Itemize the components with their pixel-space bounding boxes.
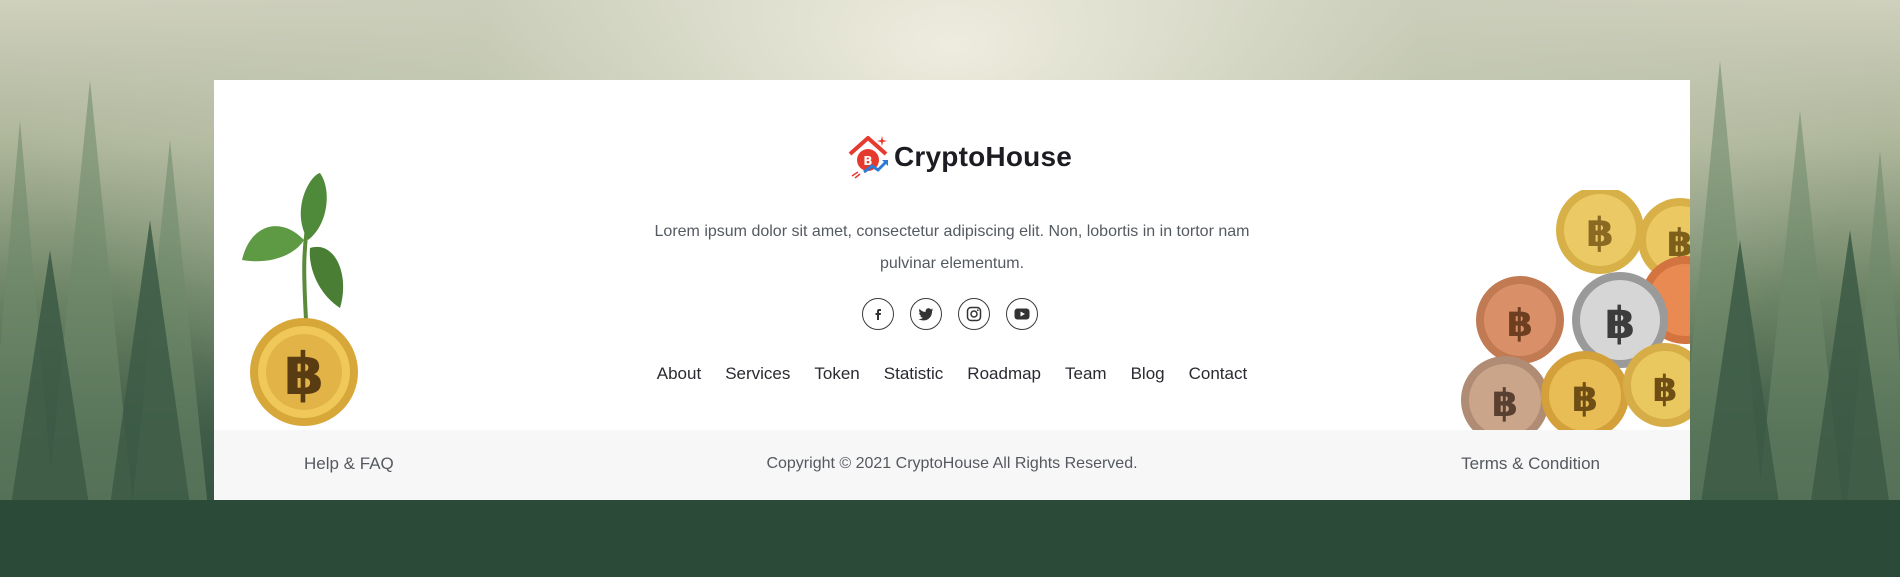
svg-text:฿: ฿ bbox=[1586, 210, 1614, 256]
facebook-link[interactable] bbox=[862, 298, 894, 330]
bitcoin-coins-image: ฿ ฿ ฿ ฿ ฿ ฿ ฿ bbox=[1461, 190, 1690, 430]
youtube-icon bbox=[1014, 308, 1030, 320]
nav-item-roadmap[interactable]: Roadmap bbox=[967, 364, 1041, 384]
twitter-link[interactable] bbox=[910, 298, 942, 330]
instagram-icon bbox=[966, 306, 982, 322]
house-logo-icon: B bbox=[848, 136, 888, 179]
youtube-link[interactable] bbox=[1006, 298, 1038, 330]
svg-text:฿: ฿ bbox=[1605, 298, 1636, 349]
brand-name: CryptoHouse bbox=[894, 141, 1072, 172]
nav-item-contact[interactable]: Contact bbox=[1189, 364, 1248, 384]
svg-text:฿: ฿ bbox=[1572, 376, 1598, 420]
twitter-icon bbox=[918, 308, 933, 321]
nav-item-statistic[interactable]: Statistic bbox=[884, 364, 944, 384]
svg-text:฿: ฿ bbox=[1652, 369, 1677, 410]
nav-item-about[interactable]: About bbox=[657, 364, 701, 384]
svg-text:฿: ฿ bbox=[1492, 381, 1518, 425]
terms-link[interactable]: Terms & Condition bbox=[1461, 454, 1600, 474]
nav-item-services[interactable]: Services bbox=[725, 364, 790, 384]
social-links bbox=[862, 298, 1038, 330]
bitcoin-sprout-image: ฿ bbox=[242, 173, 358, 426]
footer-description: Lorem ipsum dolor sit amet, consectetur … bbox=[654, 223, 1250, 272]
brand-logo[interactable]: B CryptoHouse bbox=[846, 132, 1072, 182]
nav-item-team[interactable]: Team bbox=[1065, 364, 1107, 384]
facebook-icon bbox=[875, 309, 881, 320]
instagram-link[interactable] bbox=[958, 298, 990, 330]
svg-text:฿: ฿ bbox=[1507, 301, 1533, 345]
nav-item-blog[interactable]: Blog bbox=[1131, 364, 1165, 384]
nav-item-token[interactable]: Token bbox=[814, 364, 859, 384]
footer-bottom-bar: Help & FAQ Copyright © 2021 CryptoHouse … bbox=[214, 430, 1690, 500]
footer-card: ฿ B CryptoHouse Lorem ipsum dolor sit am… bbox=[214, 80, 1690, 500]
